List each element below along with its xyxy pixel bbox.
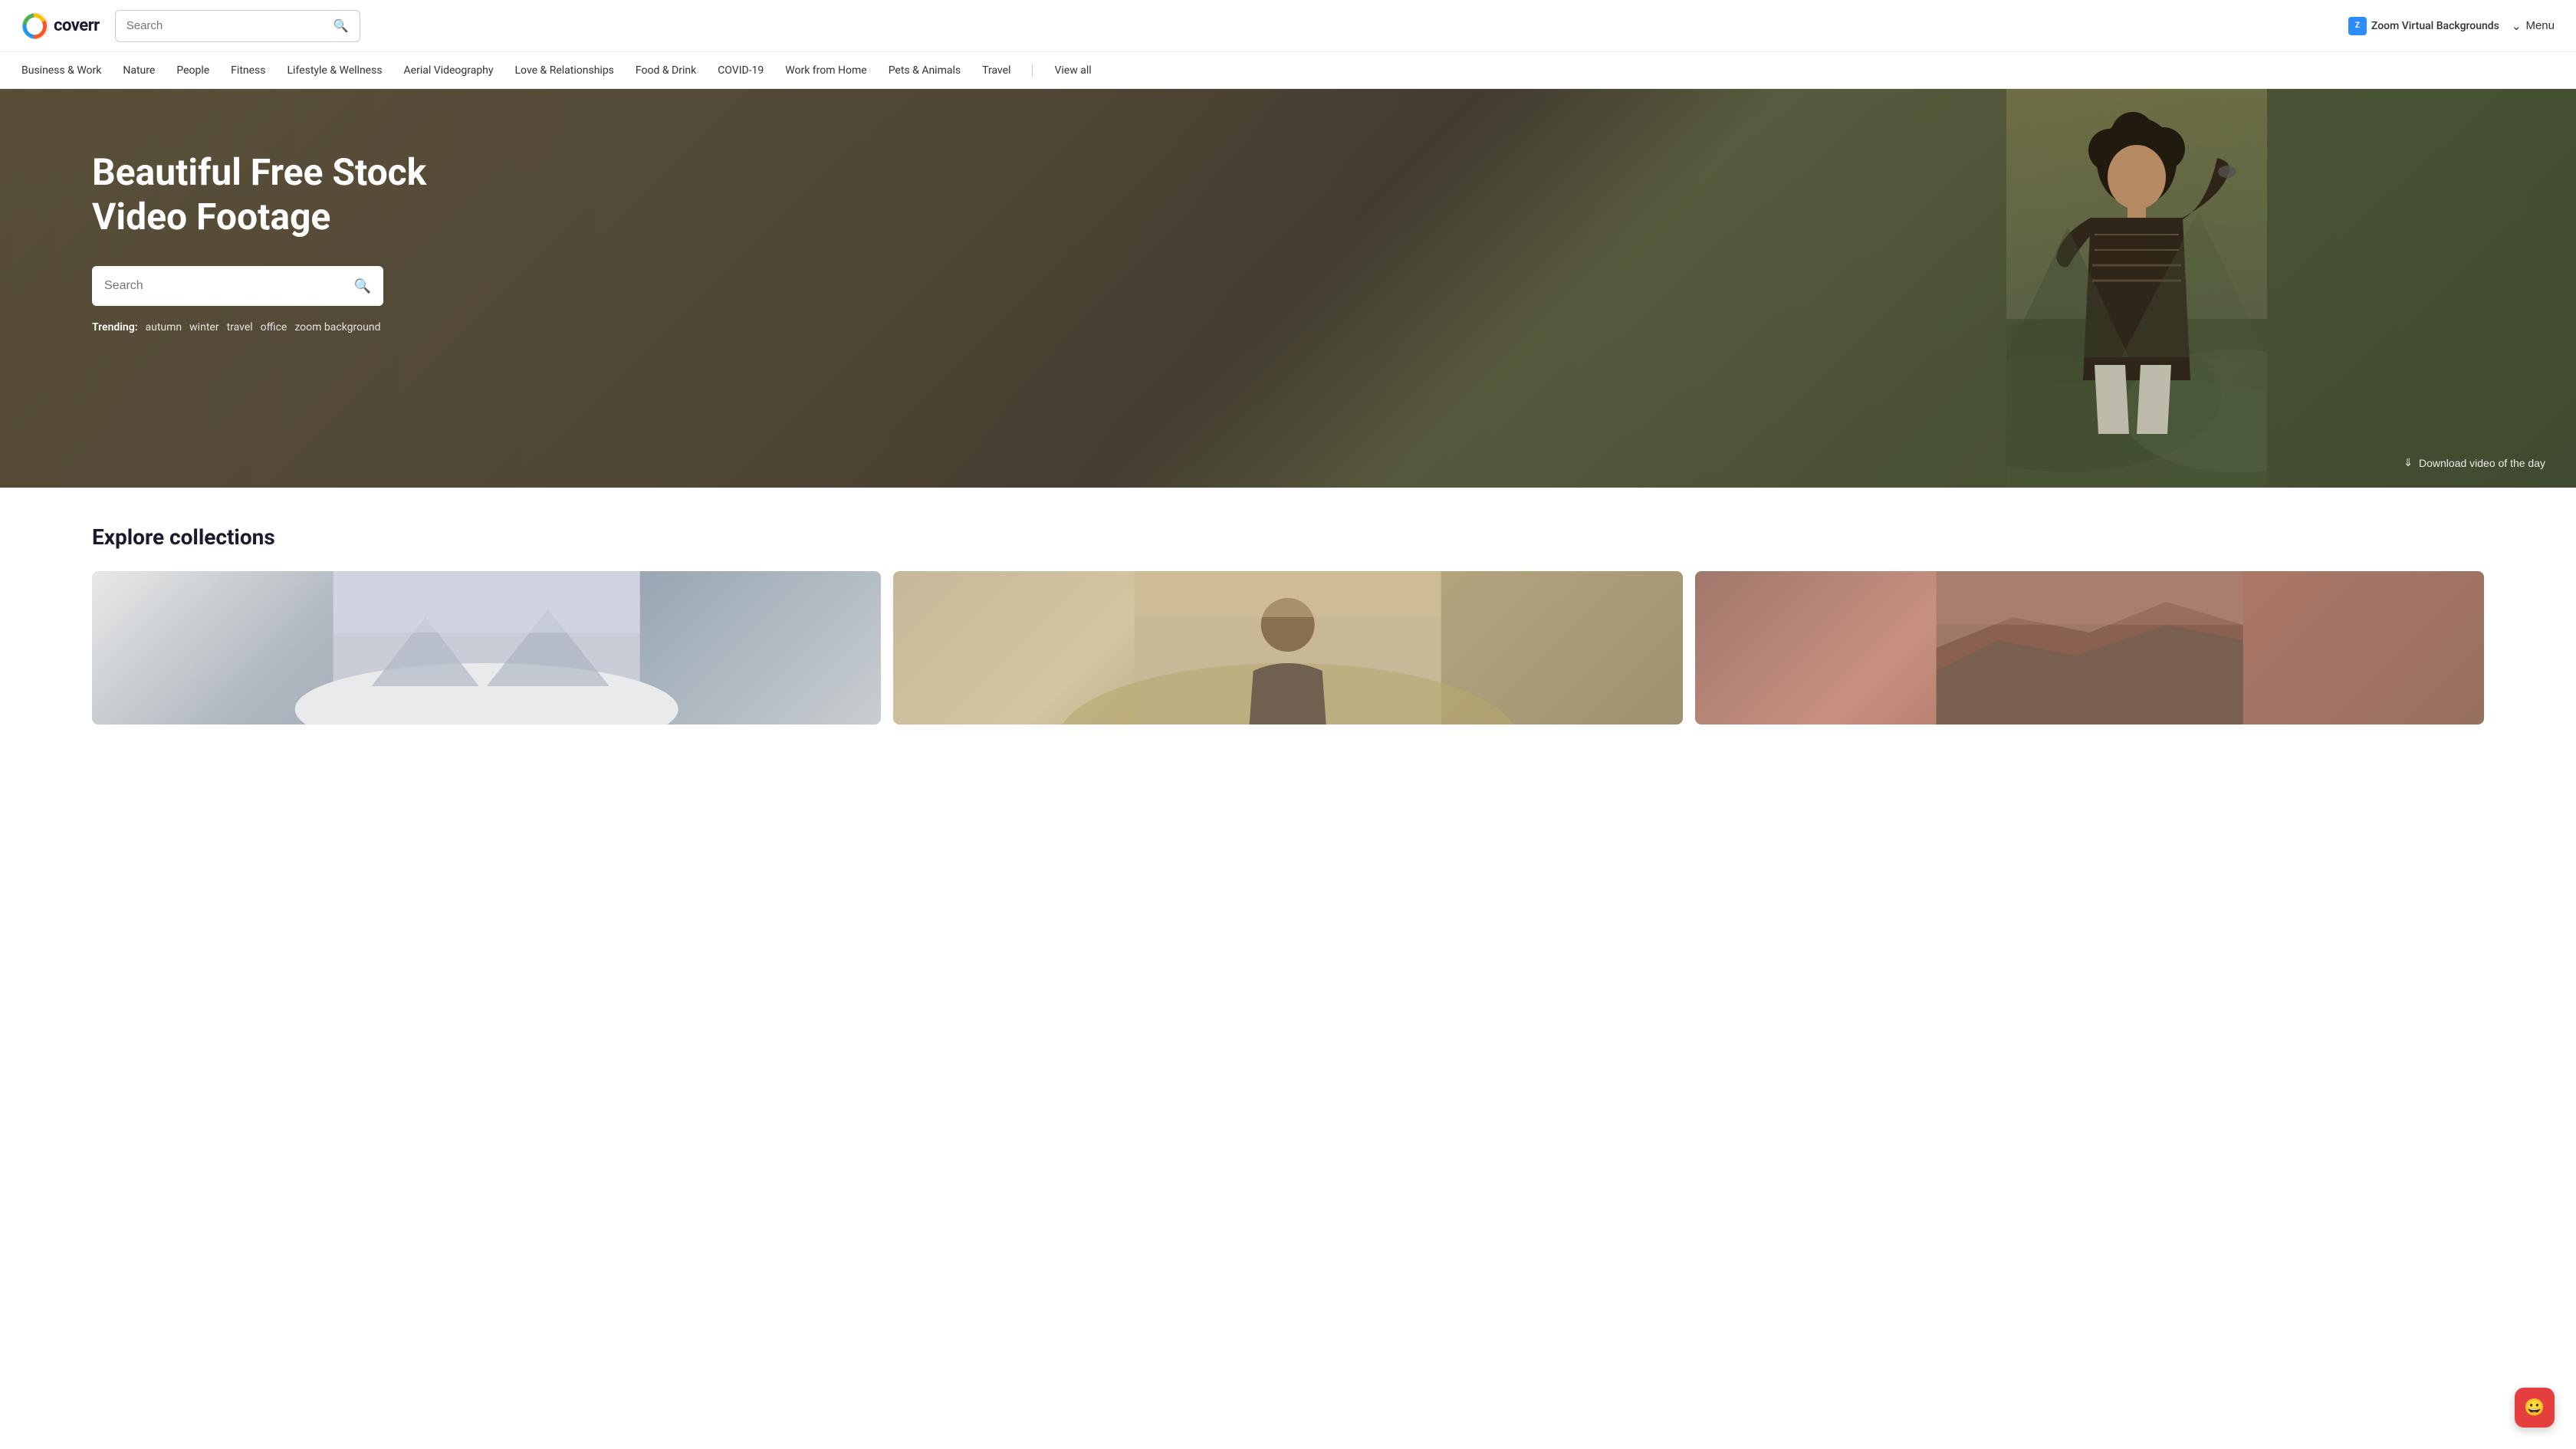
header-search-bar[interactable]: 🔍 bbox=[115, 10, 360, 42]
header: coverr 🔍 Z Zoom Virtual Backgrounds ⌄ Me… bbox=[0, 0, 2576, 52]
logo-link[interactable]: coverr bbox=[21, 12, 100, 40]
zoom-icon: Z bbox=[2348, 17, 2367, 35]
card-3-image bbox=[1695, 571, 2484, 724]
trending-autumn[interactable]: autumn bbox=[146, 321, 182, 334]
nav-item-nature[interactable]: Nature bbox=[123, 64, 155, 77]
nav-divider bbox=[1032, 64, 1033, 77]
collection-card-2[interactable] bbox=[893, 571, 1682, 724]
nav-item-travel[interactable]: Travel bbox=[982, 64, 1010, 77]
collection-card-1[interactable] bbox=[92, 571, 881, 724]
search-icon[interactable]: 🔍 bbox=[334, 18, 349, 33]
zoom-badge[interactable]: Z Zoom Virtual Backgrounds bbox=[2348, 17, 2499, 35]
download-icon: ⇓ bbox=[2404, 456, 2413, 469]
hero-search-input[interactable] bbox=[104, 279, 354, 293]
nav-item-pets[interactable]: Pets & Animals bbox=[889, 64, 961, 77]
download-label: Download video of the day bbox=[2419, 457, 2545, 469]
hero-section: Beautiful Free Stock Video Footage 🔍 Tre… bbox=[0, 89, 2576, 488]
nav-item-wfh[interactable]: Work from Home bbox=[785, 64, 866, 77]
collections-title: Explore collections bbox=[92, 524, 2484, 550]
hero-search-bar[interactable]: 🔍 bbox=[92, 266, 383, 306]
nav-item-viewall[interactable]: View all bbox=[1054, 64, 1091, 77]
collections-grid bbox=[92, 571, 2484, 724]
trending-label: Trending: bbox=[92, 321, 138, 334]
trending-section: Trending: autumn winter travel office zo… bbox=[92, 321, 2484, 334]
category-nav: Business & Work Nature People Fitness Li… bbox=[0, 52, 2576, 89]
menu-label: Menu bbox=[2525, 19, 2555, 32]
collections-section: Explore collections bbox=[0, 488, 2576, 761]
menu-button[interactable]: ⌄ Menu bbox=[2512, 19, 2555, 33]
download-video-button[interactable]: ⇓ Download video of the day bbox=[2404, 456, 2545, 469]
trending-travel[interactable]: travel bbox=[227, 321, 253, 334]
nav-item-aerial[interactable]: Aerial Videography bbox=[404, 64, 494, 77]
header-right: Z Zoom Virtual Backgrounds ⌄ Menu bbox=[2348, 17, 2555, 35]
card-1-image bbox=[92, 571, 881, 724]
nav-item-lifestyle[interactable]: Lifestyle & Wellness bbox=[288, 64, 383, 77]
trending-office[interactable]: office bbox=[261, 321, 288, 334]
nav-item-covid[interactable]: COVID-19 bbox=[718, 64, 764, 77]
card-2-image bbox=[893, 571, 1682, 724]
chat-icon: 😀 bbox=[2524, 1398, 2545, 1418]
nav-item-fitness[interactable]: Fitness bbox=[231, 64, 265, 77]
zoom-label: Zoom Virtual Backgrounds bbox=[2371, 20, 2499, 32]
nav-item-love[interactable]: Love & Relationships bbox=[515, 64, 614, 77]
logo-icon bbox=[21, 12, 49, 40]
chat-bubble-button[interactable]: 😀 bbox=[2515, 1388, 2555, 1428]
trending-zoom[interactable]: zoom background bbox=[294, 321, 380, 334]
collection-card-3[interactable] bbox=[1695, 571, 2484, 724]
hero-content: Beautiful Free Stock Video Footage 🔍 Tre… bbox=[0, 89, 2576, 395]
nav-item-food[interactable]: Food & Drink bbox=[636, 64, 696, 77]
header-search-input[interactable] bbox=[127, 19, 334, 32]
chevron-down-icon: ⌄ bbox=[2512, 19, 2522, 33]
hero-title: Beautiful Free Stock Video Footage bbox=[92, 150, 460, 238]
logo-text: coverr bbox=[54, 16, 100, 35]
search-icon[interactable]: 🔍 bbox=[354, 278, 371, 294]
trending-winter[interactable]: winter bbox=[189, 321, 219, 334]
nav-item-business-work[interactable]: Business & Work bbox=[21, 64, 101, 77]
nav-item-people[interactable]: People bbox=[176, 64, 209, 77]
